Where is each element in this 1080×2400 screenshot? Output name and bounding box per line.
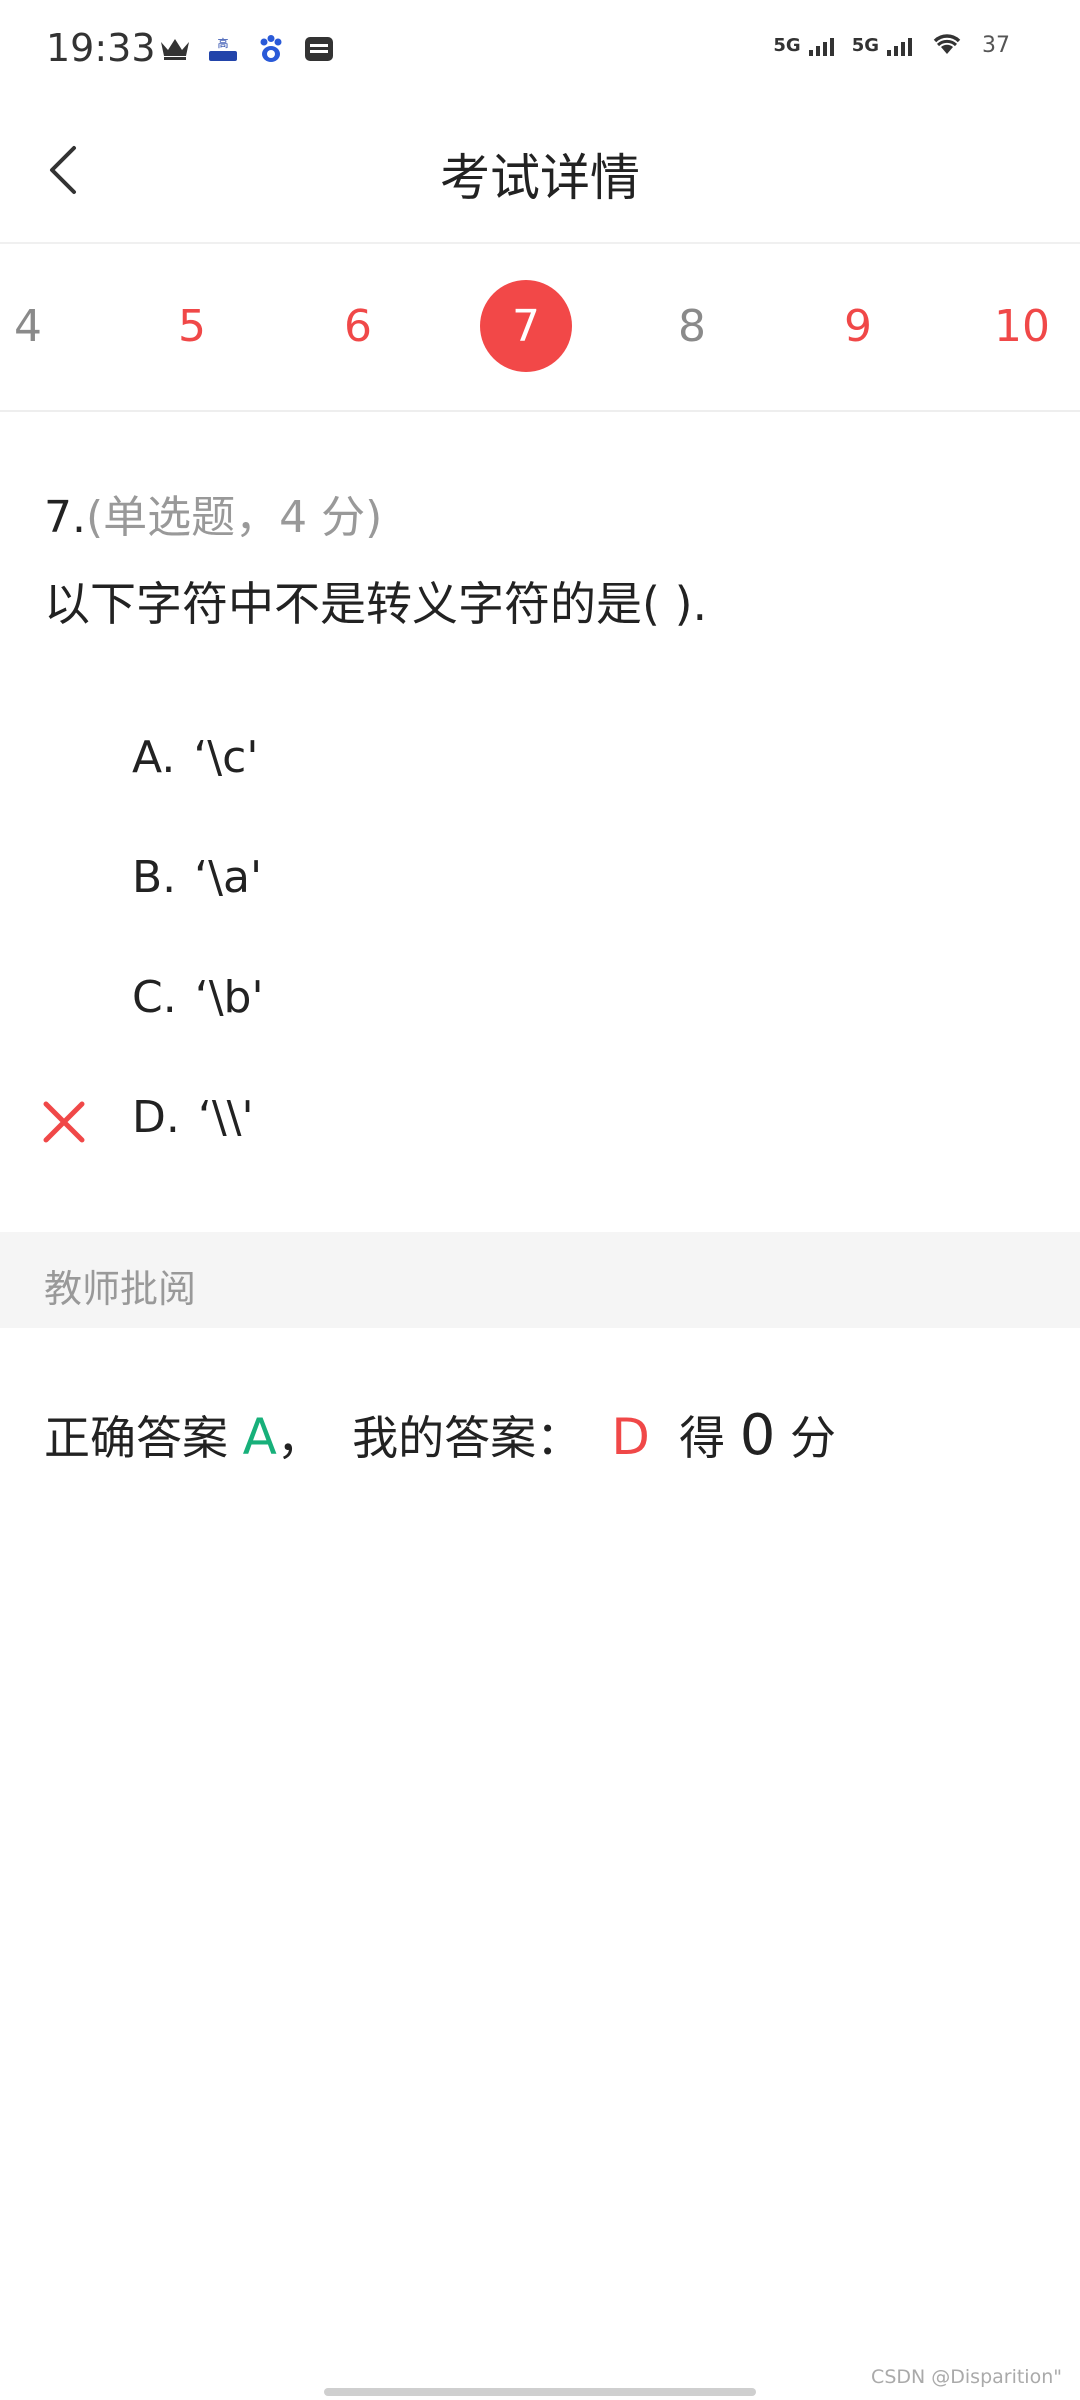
question-nav-item[interactable]: 5 xyxy=(146,280,238,372)
question-nav-item[interactable]: 8 xyxy=(646,280,738,372)
option-d[interactable]: D. ‘\\' xyxy=(0,1062,1080,1182)
option-a[interactable]: A. ‘\c' xyxy=(0,702,1080,822)
option-letter: C. xyxy=(132,972,177,1023)
question-nav-item-current[interactable]: 7 xyxy=(480,280,572,372)
score-unit: 分 xyxy=(775,1411,836,1465)
signal-5g-1-icon: 5G xyxy=(773,34,834,56)
option-c[interactable]: C. ‘\b' xyxy=(0,942,1080,1062)
home-indicator[interactable] xyxy=(324,2388,756,2396)
correct-answer: A xyxy=(242,1408,277,1466)
wrong-x-icon xyxy=(43,1101,85,1143)
option-text: ‘\c' xyxy=(193,732,259,783)
wifi-icon xyxy=(930,30,964,60)
teacher-review-bar: 教师批阅 xyxy=(0,1232,1080,1328)
score-value: 0 xyxy=(739,1403,776,1468)
option-letter: A. xyxy=(132,732,176,783)
question-nav-item[interactable]: 10 xyxy=(976,280,1068,372)
my-answer-label: ， 我的答案： xyxy=(276,1411,612,1465)
question-stem: 以下字符中不是转义字符的是( ). xyxy=(44,577,708,631)
question-nav[interactable]: 4 5 6 7 8 9 10 xyxy=(0,244,1080,412)
svg-text:高: 高 xyxy=(218,36,229,50)
status-app-icons: 高 xyxy=(158,32,336,66)
option-letter: D. xyxy=(132,1092,180,1143)
answer-summary: 正确答案 A ， 我的答案： D 得 0 分 xyxy=(44,1402,836,1468)
battery-level: 37 xyxy=(982,32,1010,58)
gaotu-app-icon: 高 xyxy=(206,32,240,66)
options-list: A. ‘\c' B. ‘\a' C. ‘\b' D. ‘\\' xyxy=(0,702,1080,1182)
option-text: ‘\b' xyxy=(194,972,264,1023)
my-answer: D xyxy=(611,1408,650,1466)
option-text: ‘\a' xyxy=(194,852,263,903)
option-b[interactable]: B. ‘\a' xyxy=(0,822,1080,942)
message-box-icon xyxy=(302,32,336,66)
question-nav-item[interactable]: 4 xyxy=(0,280,74,372)
option-text: ‘\\' xyxy=(197,1092,254,1143)
score-label: 得 xyxy=(649,1411,740,1465)
question-meta: 7.(单选题，4 分) xyxy=(44,482,1034,554)
crown-icon xyxy=(158,32,192,66)
correct-answer-label: 正确答案 xyxy=(44,1411,243,1465)
question-block: 7.(单选题，4 分) 以下字符中不是转义字符的是( ). xyxy=(44,482,1034,636)
status-bar: 19:33 高 5G 5G 37 xyxy=(0,0,1080,100)
question-type: (单选题，4 分) xyxy=(85,492,383,543)
signal-5g-2-icon: 5G xyxy=(852,34,912,56)
header: 考试详情 xyxy=(0,100,1080,244)
question-nav-item[interactable]: 6 xyxy=(312,280,404,372)
option-letter: B. xyxy=(132,852,177,903)
watermark: CSDN @Disparition" xyxy=(871,2366,1062,2388)
teacher-review-label: 教师批阅 xyxy=(44,1267,197,1311)
page-title: 考试详情 xyxy=(440,149,640,207)
status-system-icons: 5G 5G 37 xyxy=(773,30,1010,60)
status-time: 19:33 xyxy=(46,26,156,70)
question-number: 7. xyxy=(44,492,86,543)
question-nav-item[interactable]: 9 xyxy=(812,280,904,372)
baidu-paw-icon xyxy=(254,32,288,66)
